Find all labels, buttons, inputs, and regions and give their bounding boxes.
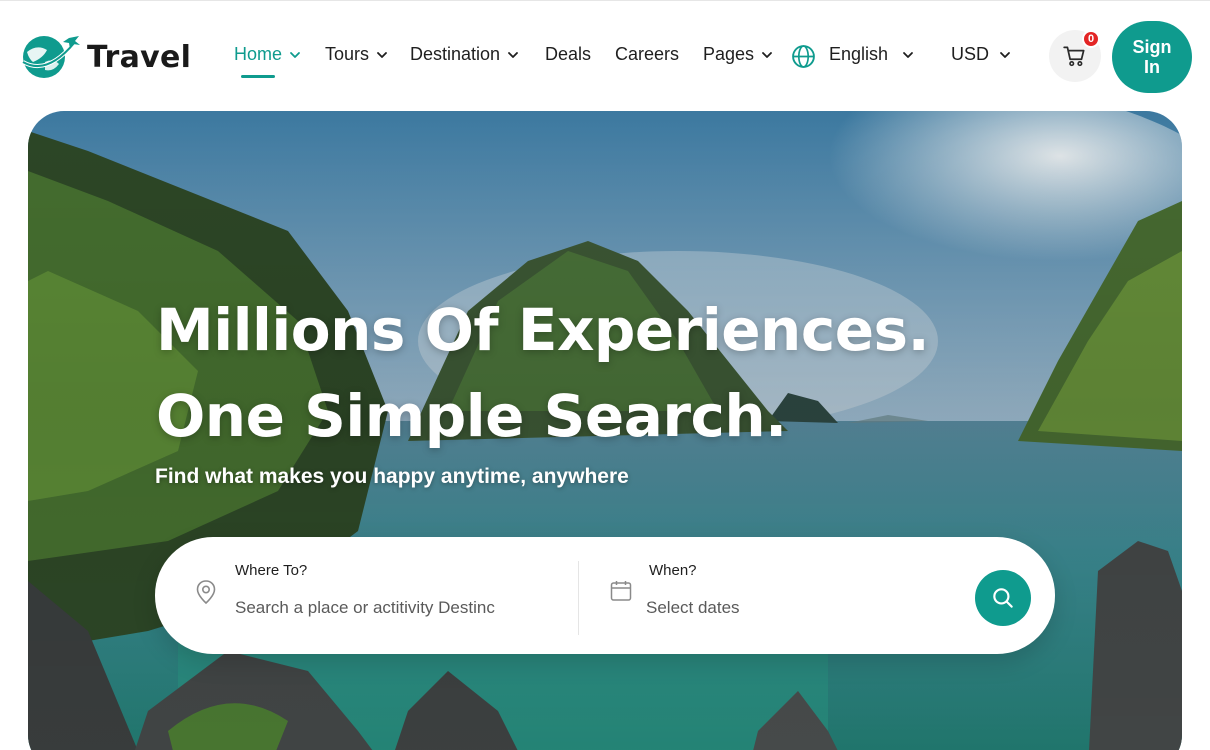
where-to-label: Where To? [235,562,308,579]
nav-item-label: Tours [325,44,370,64]
cart-icon [1063,46,1085,67]
hero-banner: Millions Of Experiences. One Simple Sear… [28,111,1182,750]
active-nav-underline [241,75,275,78]
sign-in-button[interactable]: Sign In [1112,21,1192,93]
nav-item-destination[interactable]: Destination [410,44,519,65]
globe-plane-logo-icon [21,36,80,78]
map-pin-icon [196,580,216,605]
search-bar: Where To? When? [155,537,1055,654]
chevron-down-icon [508,52,518,58]
currency-selector[interactable]: USD [951,44,1011,65]
logo[interactable]: Travel [17,32,191,82]
cart-count-badge: 0 [1082,30,1100,48]
nav-item-label: Destination [410,44,501,64]
hero-title-line-2: One Simple Search. [156,382,787,450]
nav-item-label: Deals [545,44,592,64]
search-icon [993,588,1013,608]
search-divider [578,561,579,635]
language-label: English [829,44,889,64]
chevron-down-icon [1000,52,1010,58]
nav-item-deals[interactable]: Deals [545,44,591,65]
nav-item-label: Careers [615,44,680,64]
hero-title-line-1: Millions Of Experiences. [156,296,930,364]
hero-title: Millions Of Experiences. One Simple Sear… [156,287,930,459]
nav-item-tours[interactable]: Tours [325,44,388,65]
currency-label: USD [951,44,990,64]
globe-icon [791,44,816,69]
chevron-down-icon [290,52,300,58]
nav-item-careers[interactable]: Careers [615,44,679,65]
search-button[interactable] [975,570,1031,626]
chevron-down-icon [377,52,387,58]
nav-item-home[interactable]: Home [234,44,301,65]
when-label: When? [649,562,697,579]
chevron-down-icon [903,52,913,58]
brand-name: Travel [87,39,192,75]
hero-subtitle: Find what makes you happy anytime, anywh… [155,465,629,488]
language-selector[interactable]: English [829,44,914,65]
destination-search-input[interactable] [235,595,525,621]
site-header: Travel Home Tours Destination Deals Care… [0,0,1210,110]
nav-item-label: Home [234,44,283,64]
nav-item-pages[interactable]: Pages [703,44,773,65]
dates-input[interactable] [646,595,846,621]
nav-item-label: Pages [703,44,755,64]
calendar-icon [610,581,632,601]
chevron-down-icon [762,52,772,58]
